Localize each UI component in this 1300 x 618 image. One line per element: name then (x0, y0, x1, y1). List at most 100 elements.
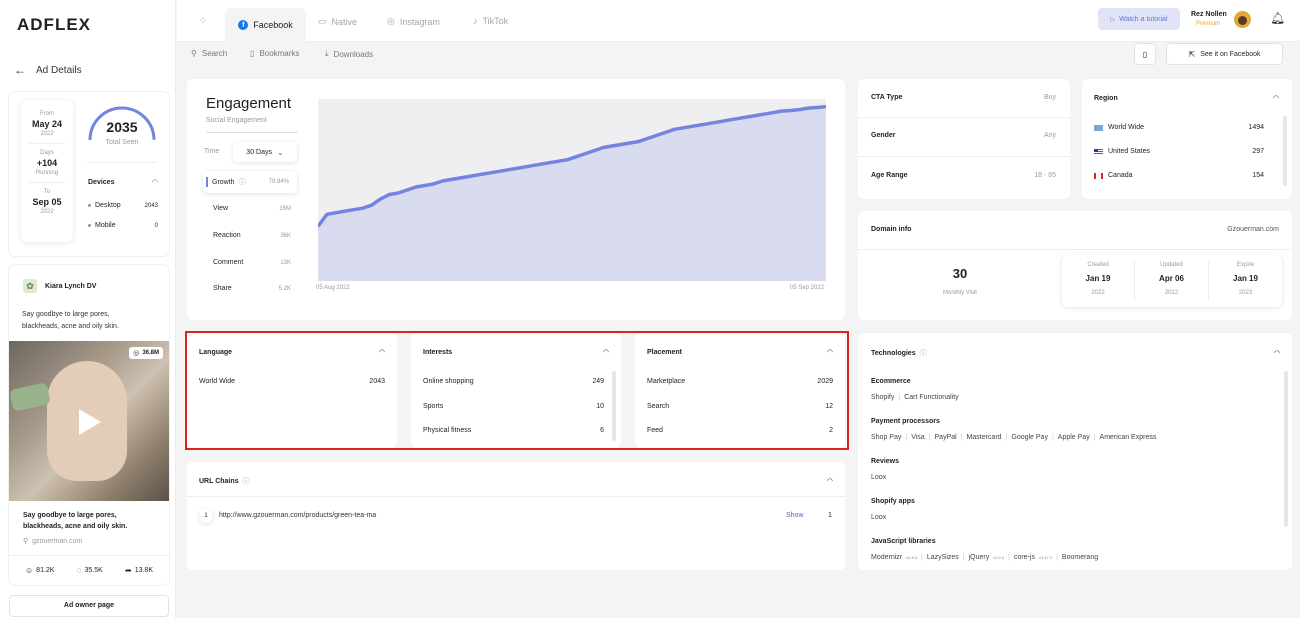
post-domain-link[interactable]: ⚲ gzouerman.com (23, 537, 82, 546)
devices-header: Devices ◠ (88, 178, 158, 187)
placement-label: Marketplace (647, 378, 686, 385)
tech-group-items: Modernizr v2.8.3 | LazySizes | jQuery v2.2… (871, 554, 1099, 561)
region-value: 297 (1252, 148, 1264, 155)
region-scrollbar[interactable] (1283, 116, 1287, 186)
tab-label: Native (331, 16, 358, 27)
avatar[interactable] (1234, 11, 1251, 28)
search-link[interactable]: ⚲ Search (191, 49, 227, 58)
tab-tiktok[interactable]: ♪ TikTok (473, 16, 508, 26)
tech-group-title: Shopify apps (871, 498, 915, 505)
divider (29, 182, 65, 183)
downloads-link[interactable]: ⤓ Downloads (325, 49, 373, 59)
days-status: Running (35, 170, 59, 176)
expire-date: Jan 19 (1233, 274, 1258, 283)
arrow-left-icon: ← (14, 63, 26, 77)
chevron-down-icon: ⌄ (276, 147, 284, 157)
bookmark-icon: ▯ (1142, 49, 1148, 59)
url-chains-card: URL Chains ⓘ ◠ 1 http://www.gzouerman.com… (187, 462, 845, 570)
tech-item: Shopify (871, 394, 895, 401)
metric-value: 5.2K (278, 285, 291, 292)
x-axis-end-label: 05 Sep 2022 (790, 285, 825, 291)
interest-row: Sports 10 (423, 403, 604, 410)
created-label: Created (1087, 262, 1109, 268)
region-header: Region ◠ (1094, 94, 1279, 103)
created-date: Jan 19 (1085, 274, 1111, 283)
watch-tutorial-button[interactable]: ▷ Watch a tutorial (1098, 8, 1180, 30)
metric-growth[interactable]: Growth ⓘ 79.84% (203, 171, 297, 193)
metric-share[interactable]: Share 5.2K (213, 285, 291, 292)
engagement-subtitle: Social Engagement (206, 117, 267, 124)
url-chain-show-link[interactable]: Show (786, 512, 804, 519)
tech-group-title: Ecommerce (871, 378, 911, 385)
tech-item: Google Pay (1011, 434, 1048, 441)
us-flag-icon (1094, 148, 1103, 155)
share-icon: ➦ (125, 566, 132, 575)
to-label: To (43, 189, 51, 195)
placement-value: 2 (829, 427, 833, 434)
tech-item: LazySizes (926, 554, 959, 561)
canada-flag-icon (1094, 172, 1103, 179)
interests-header: Interests ◠ (423, 348, 609, 357)
engagement-chart (318, 99, 826, 281)
brand-logo[interactable]: ADFLEX (17, 15, 91, 35)
collapse-icon[interactable]: ◠ (1273, 94, 1279, 102)
see-on-facebook-button[interactable]: ⇱ See it on Facebook (1166, 43, 1283, 65)
metric-reaction[interactable]: Reaction 36K (213, 232, 291, 239)
metric-comment[interactable]: Comment 13K (213, 259, 291, 266)
tab-instagram[interactable]: ◎ Instagram (387, 16, 440, 27)
monthly-visit-label: Monthly Visit (943, 290, 977, 296)
collapse-icon[interactable]: ◠ (603, 348, 609, 356)
bell-icon[interactable]: 🔔︎ (1270, 11, 1285, 25)
interest-label: Online shopping (423, 378, 474, 385)
info-icon: ⓘ (919, 350, 927, 357)
tech-item: Visa (911, 434, 925, 441)
divider (858, 117, 1070, 118)
bookmark-button[interactable]: ▯ (1134, 43, 1156, 65)
globe-flag-icon (1094, 124, 1103, 131)
tech-item: core-js (1013, 554, 1035, 561)
ad-video-thumbnail[interactable]: ◎ 36.8M (9, 341, 169, 501)
device-row: Mobile 0 (88, 222, 158, 229)
download-icon: ⤓ (325, 49, 329, 58)
language-value: 2043 (369, 378, 385, 385)
technologies-title: Technologies (871, 349, 916, 357)
tech-item: Loox (871, 474, 887, 481)
cta-label: CTA Type (871, 94, 903, 101)
updated-label: Updated (1160, 262, 1183, 268)
tech-item: jQuery (968, 554, 990, 561)
back-to-ads[interactable]: ← Ad Details (14, 63, 82, 77)
placement-row: Search 12 (647, 403, 833, 410)
interests-scrollbar[interactable] (612, 371, 616, 441)
watch-tutorial-label: Watch a tutorial (1119, 15, 1168, 23)
tab-facebook[interactable]: f Facebook (225, 8, 306, 42)
tab-native[interactable]: ▭ Native (318, 16, 357, 27)
grid-menu-icon[interactable]: ⁘ (199, 16, 207, 27)
divider (858, 249, 1292, 250)
tech-group-items: Shopify | Cart Functionality (871, 394, 959, 401)
user-name[interactable]: Rez Nollen (1191, 11, 1227, 18)
device-value: 2043 (144, 202, 158, 209)
tech-item: Modernizr (871, 554, 903, 561)
shares-count: 13.8K (134, 567, 153, 574)
engagement-title: Engagement (206, 95, 292, 112)
technologies-scrollbar[interactable] (1284, 371, 1288, 527)
collapse-icon[interactable]: ◠ (379, 348, 385, 356)
time-range-select[interactable]: 30 Days ⌄ (233, 142, 297, 162)
region-card: Region ◠ World Wide 1494 United States 2… (1082, 79, 1292, 199)
interest-value: 249 (592, 378, 604, 385)
metric-view[interactable]: View 16M (213, 205, 291, 212)
engagement-card: Engagement Social Engagement Time 30 Day… (187, 79, 845, 320)
reaction-icon: ☺ (25, 566, 34, 575)
play-icon[interactable] (79, 409, 101, 435)
interests-title: Interests (423, 348, 453, 356)
region-value: 154 (1252, 172, 1264, 179)
external-link-icon: ⇱ (1188, 49, 1196, 59)
age-label: Age Range (871, 172, 908, 179)
collapse-icon[interactable]: ◠ (1274, 349, 1280, 357)
collapse-icon[interactable]: ◠ (827, 348, 833, 356)
bookmarks-link[interactable]: ▯ Bookmarks (250, 49, 299, 58)
region-row: United States 297 (1094, 148, 1264, 155)
placement-card: Placement ◠ Marketplace 2029 Search 12 F… (635, 333, 845, 448)
collapse-icon[interactable]: ◠ (827, 477, 833, 485)
ad-owner-page-button[interactable]: Ad owner page (9, 595, 169, 617)
